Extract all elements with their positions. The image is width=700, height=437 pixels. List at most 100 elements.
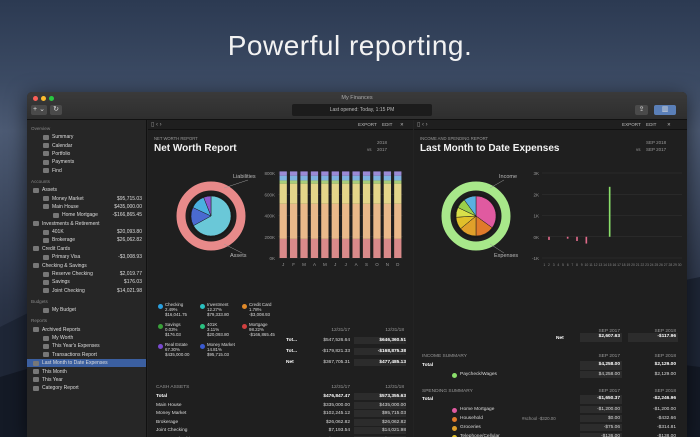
add-button[interactable]: + ⌄	[31, 105, 47, 115]
vs-label: vs	[636, 147, 641, 152]
spending-row-a: -$1,200.00	[597, 407, 620, 412]
sync-button[interactable]: ↻	[50, 105, 62, 115]
bar-segment	[321, 183, 329, 204]
export-button[interactable]: EXPORT	[358, 122, 377, 127]
close-pane-icon[interactable]: ✕	[400, 122, 404, 128]
sidebar-account-item[interactable]: Home Mortgage -$166,865.45	[27, 211, 146, 219]
cash-value-a: $476,847.47	[323, 394, 350, 399]
x-tick-label: 9	[581, 263, 583, 267]
edit-button[interactable]: EDIT	[382, 122, 392, 127]
sidebar-report-item[interactable]: My Worth	[27, 334, 146, 342]
bar-segment	[300, 238, 308, 258]
income-col-a: SEP 2017	[598, 354, 620, 359]
report-icon	[33, 369, 39, 375]
report-toggle-button[interactable]: ▥	[654, 105, 676, 115]
sidebar-section-budgets: Budgets	[31, 299, 48, 305]
cash-row-label: Total	[156, 394, 168, 399]
window-title: My Finances	[341, 95, 373, 101]
year-b[interactable]: 2017	[377, 147, 387, 152]
sidebar-item-calendar[interactable]: Calendar	[27, 141, 146, 149]
sidebar-report-item[interactable]: Transactions Report	[27, 351, 146, 359]
sidebar-item-summary[interactable]: Summary	[27, 133, 146, 141]
sidebar-budget-label: My Budget	[52, 307, 76, 314]
sidebar-account-label: 401K	[52, 229, 64, 236]
sidebar-report-item[interactable]: This Year	[27, 376, 146, 384]
bar-segment	[279, 180, 287, 184]
sidebar-account-label: Main House	[52, 203, 79, 210]
bar-segment	[342, 175, 350, 181]
cash-col-a: 12/31/17	[331, 385, 350, 390]
sidebar-item-find[interactable]: Find	[27, 167, 146, 175]
sidebar-account-item[interactable]: Main House $435,000.00	[27, 203, 146, 211]
spending-col-a: SEP 2017	[598, 389, 620, 394]
summary-value-b: $646,360.51	[379, 338, 406, 343]
bar-segment	[373, 238, 381, 258]
sidebar-section-overview: Overview	[31, 126, 51, 131]
export-button[interactable]: EXPORT	[622, 122, 641, 127]
bar-segment	[352, 175, 360, 181]
sidebar-account-label: Investments & Retirement	[42, 220, 100, 227]
sidebar-account-item[interactable]: Investments & Retirement	[27, 220, 146, 228]
sidebar-account-label: Savings	[52, 279, 70, 286]
bar-segment	[383, 175, 392, 181]
sidebar-account-item[interactable]: Joint Checking $14,021.98	[27, 287, 146, 295]
account-icon	[43, 196, 49, 202]
x-tick-label: 8	[576, 263, 578, 267]
sidebar-account-item[interactable]: Savings $176.03	[27, 278, 146, 286]
nav-arrows-icon[interactable]: ▯ ‹ ›	[417, 121, 428, 128]
bar-segment	[342, 238, 350, 258]
year-a[interactable]: 2018	[377, 140, 387, 145]
sidebar-account-item[interactable]: 401K $20,093.80	[27, 228, 146, 236]
sidebar-report-item[interactable]: This Year's Expenses	[27, 342, 146, 350]
sidebar-report-item[interactable]: Archived Reports	[27, 325, 146, 333]
bar-segment	[300, 175, 308, 181]
sidebar-budget-item[interactable]: My Budget	[27, 306, 146, 314]
net-worth-donut	[176, 181, 246, 251]
summary-value-a: $367,705.31	[323, 360, 350, 365]
sidebar-account-item[interactable]: Money Market $95,715.03	[27, 194, 146, 202]
sidebar-account-item[interactable]: Checking & Savings	[27, 261, 146, 269]
sidebar-report-item[interactable]: Category Report	[27, 384, 146, 392]
legend-amount: $16,041.75	[165, 312, 187, 317]
sidebar-section-reports: Reports	[31, 318, 48, 324]
bar-segment	[289, 238, 298, 258]
sidebar-account-item[interactable]: Primary Visa -$3,008.93	[27, 253, 146, 261]
cash-assets-heading: CASH ASSETS	[156, 385, 190, 390]
expenses-pane: ▯ ‹ › EXPORT EDIT ✕ INCOME AND SPENDING …	[414, 120, 687, 437]
report-icon	[43, 352, 49, 358]
sidebar-account-item[interactable]: Assets	[27, 186, 146, 194]
period-b[interactable]: SEP 2017	[646, 147, 666, 152]
sidebar-report-item[interactable]: Last Month to Date Expenses	[27, 358, 146, 368]
share-button[interactable]: ⇪	[635, 105, 648, 115]
legend-swatch	[200, 304, 205, 309]
sidebar-account-label: Money Market	[52, 195, 84, 202]
sidebar-report-item[interactable]: This Month	[27, 367, 146, 375]
cash-value-b: $14,021.98	[381, 428, 406, 433]
payments-icon	[43, 159, 49, 165]
sidebar-report-label: Last Month to Date Expenses	[42, 360, 108, 367]
sidebar-item-portfolio[interactable]: Portfolio	[27, 150, 146, 158]
sidebar-item-payments[interactable]: Payments	[27, 158, 146, 166]
period-a[interactable]: SEP 2018	[646, 140, 666, 145]
bar-segment	[300, 183, 308, 204]
bar-segment	[383, 180, 392, 184]
bar-segment	[394, 238, 402, 258]
x-tick-label: 17	[617, 263, 621, 267]
sidebar-account-item[interactable]: Brokerage $26,062.82	[27, 236, 146, 244]
pie-leader-line	[223, 243, 243, 254]
legend-swatch	[158, 324, 163, 329]
pie-leader-line	[489, 179, 505, 189]
nav-arrows-icon[interactable]: ▯ ‹ ›	[151, 121, 162, 128]
bar-segment	[373, 171, 381, 176]
edit-button[interactable]: EDIT	[646, 122, 656, 127]
sidebar-account-item[interactable]: Reserve Checking $2,019.77	[27, 270, 146, 278]
y-tick-label: 0K	[269, 256, 275, 261]
bar-segment	[362, 183, 371, 204]
sidebar-account-item[interactable]: Credit Cards	[27, 245, 146, 253]
y-tick-label: 0K	[533, 235, 539, 240]
close-pane-icon[interactable]: ✕	[667, 122, 671, 128]
spending-row-label: Household	[460, 416, 483, 421]
sidebar-account-label: Checking & Savings	[42, 262, 87, 269]
x-tick-label: 11	[589, 263, 593, 267]
cash-row-label: Brokerage	[156, 419, 179, 425]
